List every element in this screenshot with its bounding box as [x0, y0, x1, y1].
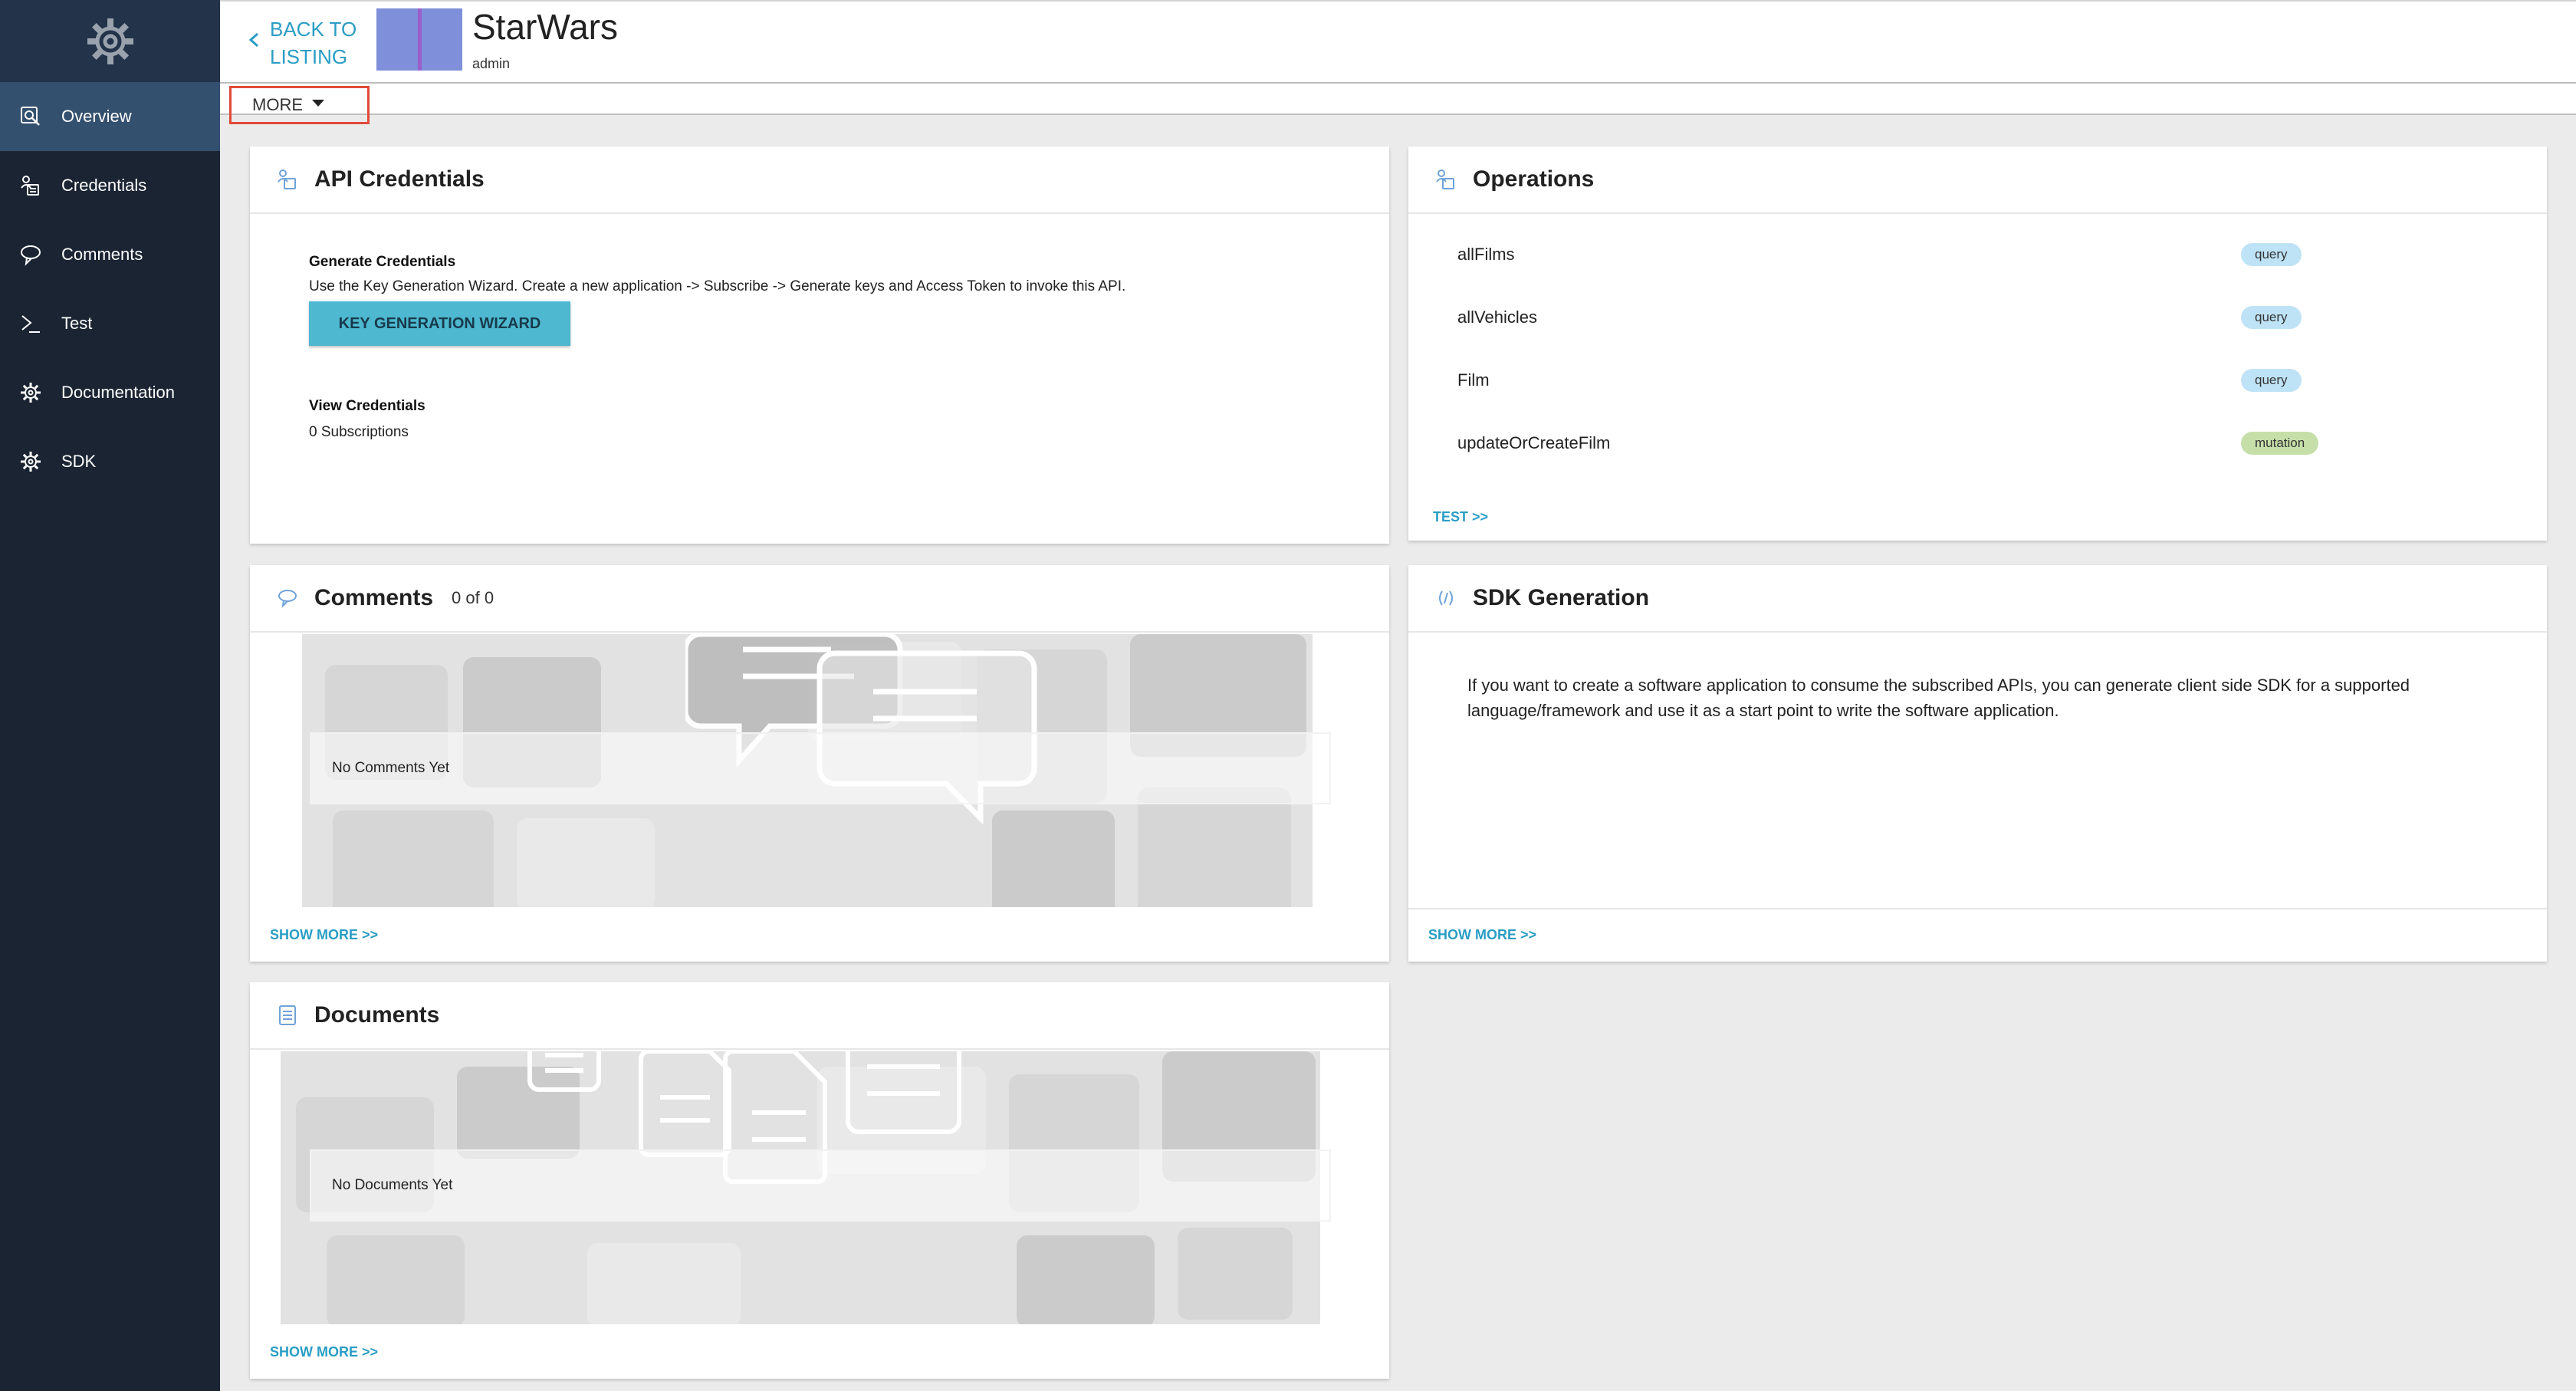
operation-type-badge: mutation [2241, 432, 2319, 455]
sidebar-item-overview[interactable]: Overview [0, 82, 220, 151]
operation-name: allFilms [1457, 245, 1515, 264]
test-link[interactable]: TEST >> [1433, 509, 1488, 525]
operation-type-badge: query [2241, 243, 2302, 266]
generate-credentials-desc: Use the Key Generation Wizard. Create a … [309, 278, 1126, 294]
operations-card: Operations allFilms query allVehicles qu… [1408, 146, 2547, 541]
operation-row[interactable]: updateOrCreateFilm mutation [1457, 428, 2547, 459]
sidebar-item-label: Comments [61, 245, 143, 264]
code-icon [1439, 590, 1453, 606]
terminal-icon [17, 310, 44, 337]
empty-comments-message: No Comments Yet [310, 732, 1331, 804]
more-dropdown-button[interactable]: MORE [229, 86, 370, 124]
api-header: BACK TO LISTING StarWars admin [220, 0, 2576, 84]
more-bar: MORE [220, 84, 2576, 124]
api-thumbnail [376, 8, 462, 71]
sidebar-item-documentation[interactable]: Documentation [0, 358, 220, 427]
sdk-generation-card: SDK Generation If you want to create a s… [1408, 565, 2547, 962]
back-link-line1: BACK TO [270, 18, 357, 41]
operation-name: Film [1457, 370, 1490, 390]
sidebar-item-comments[interactable]: Comments [0, 220, 220, 289]
operation-name: updateOrCreateFilm [1457, 433, 1611, 452]
sidebar-item-label: Overview [61, 107, 132, 126]
comments-count: 0 of 0 [452, 588, 495, 607]
back-link-line2: LISTING [270, 45, 348, 68]
comments-show-more-link[interactable]: SHOW MORE >> [270, 927, 378, 943]
more-label: MORE [252, 95, 303, 114]
comments-card: Comments 0 of 0 No Comments Yet SHOW MOR… [250, 565, 1389, 962]
card-title: Operations [1473, 166, 1595, 192]
sidebar-item-label: Documentation [61, 383, 175, 402]
card-title: Documents [314, 1002, 440, 1028]
sidebar-item-label: SDK [61, 452, 97, 471]
sdk-description: If you want to create a software applica… [1467, 676, 2410, 720]
card-header: Documents [250, 982, 1389, 1050]
back-to-listing-link[interactable]: BACK TO LISTING [247, 15, 356, 71]
operation-type-badge: query [2241, 369, 2302, 392]
view-credentials-title: View Credentials [309, 398, 426, 414]
page-title: StarWars [472, 7, 618, 47]
card-title: API Credentials [314, 166, 485, 192]
documents-show-more-link[interactable]: SHOW MORE >> [270, 1344, 378, 1360]
card-header: SDK Generation [1408, 565, 2547, 633]
overview-icon [17, 103, 44, 130]
card-title: SDK Generation [1473, 585, 1650, 610]
chevron-left-icon [248, 32, 258, 48]
gear-icon [17, 448, 44, 475]
gear-icon [17, 379, 44, 406]
credentials-icon [17, 172, 44, 199]
card-header: Comments 0 of 0 [250, 565, 1389, 633]
sidebar-item-credentials[interactable]: Credentials [0, 151, 220, 220]
operation-row[interactable]: Film query [1457, 365, 2547, 396]
sidebar-item-label: Test [61, 314, 93, 333]
operations-icon [1436, 169, 1454, 189]
operation-name: allVehicles [1457, 307, 1537, 327]
key-generation-wizard-button[interactable]: KEY GENERATION WIZARD [309, 301, 570, 346]
credentials-icon [278, 169, 296, 189]
comments-icon [17, 241, 44, 268]
operation-row[interactable]: allFilms query [1457, 239, 2547, 270]
sidebar: Overview Credentials Comments Test Docum… [0, 0, 220, 1391]
api-credentials-card: API Credentials Generate Credentials Use… [250, 146, 1389, 544]
empty-documents-message: No Documents Yet [310, 1149, 1331, 1222]
sidebar-item-test[interactable]: Test [0, 289, 220, 358]
card-header: Operations [1408, 146, 2547, 214]
sidebar-item-label: Credentials [61, 176, 147, 195]
sidebar-item-sdk[interactable]: SDK [0, 427, 220, 496]
document-icon [279, 1005, 296, 1025]
caret-down-icon [312, 99, 324, 107]
card-header: API Credentials [250, 146, 1389, 214]
comments-icon [278, 590, 297, 608]
api-owner: admin [472, 56, 511, 71]
gear-logo-icon [87, 18, 133, 64]
operation-row[interactable]: allVehicles query [1457, 302, 2547, 333]
subscriptions-count: 0 Subscriptions [309, 424, 409, 440]
sdk-show-more-link[interactable]: SHOW MORE >> [1428, 927, 1536, 943]
generate-credentials-title: Generate Credentials [309, 254, 456, 270]
card-title: Comments [314, 585, 434, 610]
operation-type-badge: query [2241, 306, 2302, 329]
documents-card: Documents No Documents Yet SHOW MORE >> [250, 982, 1389, 1379]
app-logo[interactable] [0, 0, 220, 82]
